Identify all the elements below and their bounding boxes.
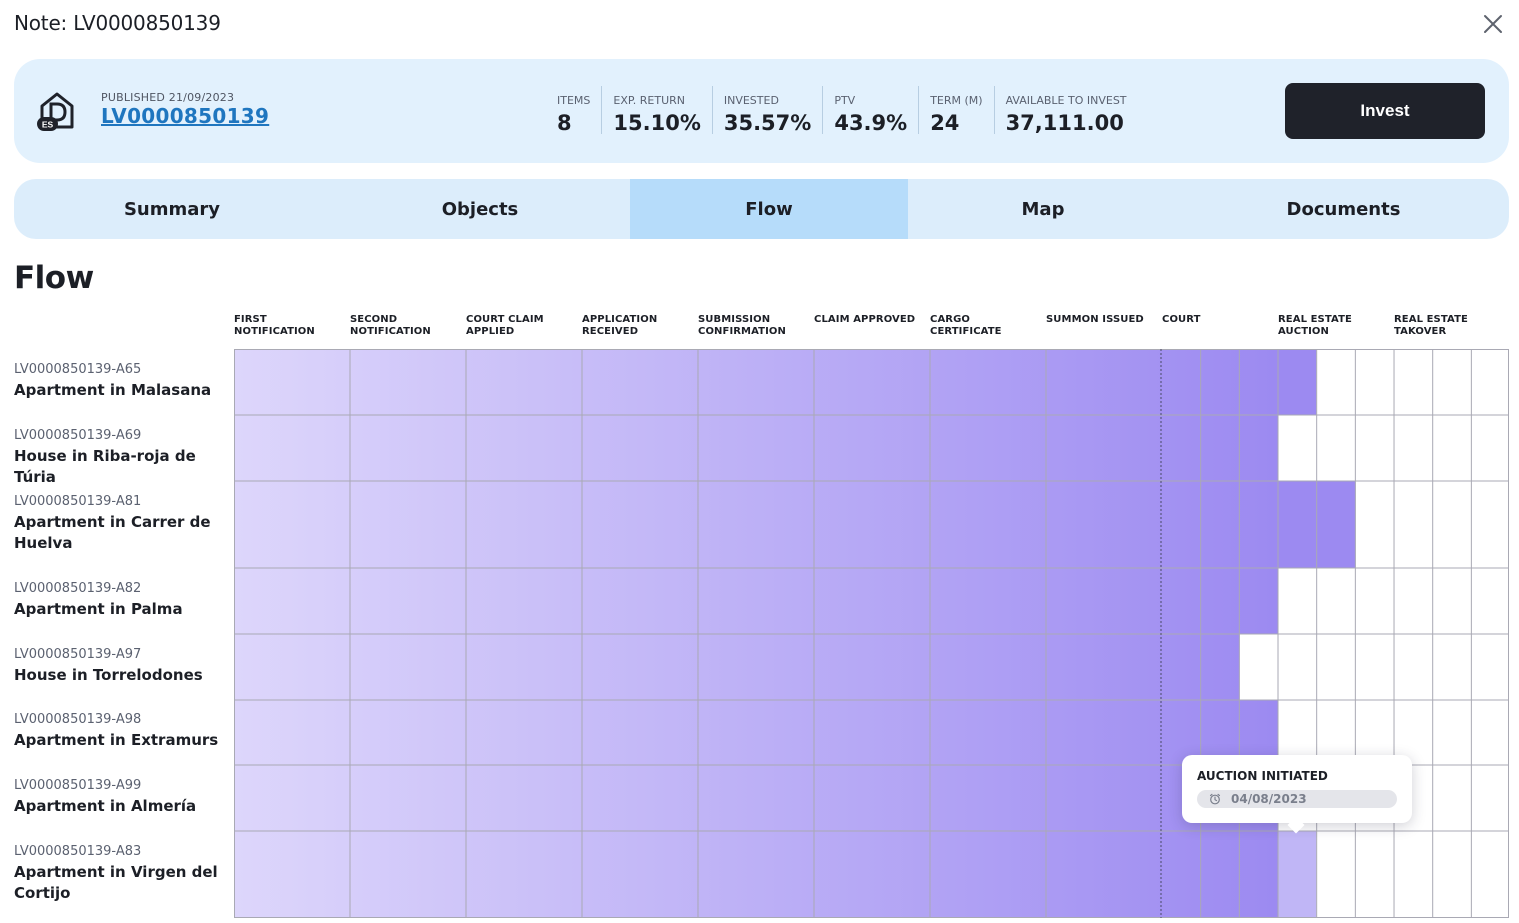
stat-label: INVESTED <box>723 94 779 107</box>
stat-5: AVAILABLE TO INVEST 37,111.00 <box>993 86 1138 135</box>
logo-badge: ES <box>42 120 54 130</box>
stage-header: COURT CLAIM APPLIED <box>466 314 544 337</box>
progress-bar <box>234 700 1279 765</box>
alarm-clock-icon <box>1209 793 1221 805</box>
flow-row-label: LV0000850139-A82 Apartment in Palma <box>14 581 234 620</box>
tab-objects[interactable]: Objects <box>330 179 630 239</box>
object-name: House in Torrelodones <box>14 665 203 684</box>
stage-header: CLAIM APPROVED <box>814 314 916 325</box>
stage-header: FIRST NOTIFICATION <box>234 314 315 337</box>
tab-documents[interactable]: Documents <box>1178 179 1509 239</box>
note-stats: ITEMS 8 EXP. RETURN 15.10% INVESTED 35.57% PTV… <box>546 86 1138 136</box>
stage-header: REAL ESTATE AUCTION <box>1278 314 1352 337</box>
close-button[interactable] <box>1480 11 1506 37</box>
flow-title: Flow <box>14 260 94 296</box>
progress-bar <box>234 765 1279 831</box>
stage-header: SECOND NOTIFICATION <box>350 314 431 337</box>
flow-row-label: LV0000850139-A97 House in Torrelodones <box>14 647 234 686</box>
object-code: LV0000850139-A81 <box>14 493 142 509</box>
tab-summary[interactable]: Summary <box>14 179 330 239</box>
progress-bar-active-segment[interactable] <box>1277 831 1317 918</box>
object-code: LV0000850139-A82 <box>14 580 142 596</box>
close-icon[interactable] <box>1480 11 1506 37</box>
flow-row-label: LV0000850139-A98 Apartment in Extramurs <box>14 712 234 751</box>
stat-value: 35.57% <box>723 111 812 135</box>
object-name: Apartment in Virgen del Cortijo <box>14 862 218 902</box>
modal-title: Note: LV0000850139 <box>14 11 221 35</box>
invest-button[interactable]: Invest <box>1285 83 1485 139</box>
tooltip-date: 04/08/2023 <box>1231 792 1307 806</box>
stat-value: 8 <box>557 111 572 135</box>
note-header-card: ES PUBLISHED 21/09/2023 LV0000850139 ITE… <box>14 59 1509 163</box>
flow-row-label: LV0000850139-A69 House in Riba-roja de Tú… <box>14 428 234 488</box>
stage-header: APPLICATION RECEIVED <box>582 314 658 337</box>
stat-label: EXP. RETURN <box>613 94 686 107</box>
flow-row-label: LV0000850139-A83 Apartment in Virgen del … <box>14 844 234 904</box>
object-code: LV0000850139-A98 <box>14 712 142 727</box>
flow-row-label: LV0000850139-A65 Apartment in Malasana <box>14 362 234 401</box>
stage-header: CARGO CERTIFICATE <box>930 314 1002 337</box>
stage-header: SUBMISSION CONFIRMATION <box>698 314 786 337</box>
stage-header: SUMMON ISSUED <box>1046 314 1144 325</box>
object-name: Apartment in Palma <box>14 599 183 618</box>
stat-label: PTV <box>834 94 856 107</box>
note-id-link[interactable]: LV0000850139 <box>101 104 269 128</box>
object-name: Apartment in Almería <box>14 796 197 815</box>
stage-tooltip: AUCTION INITIATED 04/08/2023 <box>1182 755 1412 834</box>
stat-label: ITEMS <box>557 94 591 107</box>
flow-row-label: LV0000850139-A81 Apartment in Carrer de H… <box>14 494 234 554</box>
stat-value: 24 <box>930 111 960 135</box>
progress-bar <box>234 831 1278 918</box>
object-name: House in Riba-roja de Túria <box>14 446 196 486</box>
progress-bar <box>234 415 1279 481</box>
flow-grid <box>234 349 1509 918</box>
house-logo-icon: ES <box>36 89 82 135</box>
stat-value: 37,111.00 <box>1005 111 1124 135</box>
stat-value: 15.10% <box>613 111 701 135</box>
tab-flow[interactable]: Flow <box>630 179 908 239</box>
stat-3: PTV 43.9% <box>822 86 918 135</box>
object-code: LV0000850139-A97 <box>14 646 142 662</box>
object-name: Apartment in Extramurs <box>14 731 219 749</box>
object-name: Apartment in Malasana <box>14 380 212 399</box>
progress-bar <box>234 349 1317 415</box>
flow-row-label: LV0000850139-A99 Apartment in Almería <box>14 778 234 817</box>
stat-label: TERM (M) <box>930 94 983 107</box>
stat-2: INVESTED 35.57% <box>711 86 822 135</box>
stat-1: EXP. RETURN 15.10% <box>601 86 711 135</box>
tooltip-title: AUCTION INITIATED <box>1197 769 1328 783</box>
stat-value: 43.9% <box>834 111 908 135</box>
note-tabs: Summary Objects Flow Map Documents <box>14 179 1509 239</box>
stat-0: ITEMS 8 <box>546 86 601 135</box>
published-date: PUBLISHED 21/09/2023 <box>101 91 235 104</box>
stage-header: REAL ESTATE TAKOVER <box>1394 314 1468 337</box>
object-code: LV0000850139-A65 <box>14 361 142 377</box>
object-name: Apartment in Carrer de Huelva <box>14 512 211 552</box>
object-code: LV0000850139-A83 <box>14 843 142 859</box>
tooltip-date-pill: 04/08/2023 <box>1197 790 1397 808</box>
stat-4: TERM (M) 24 <box>918 86 993 135</box>
tab-map[interactable]: Map <box>908 179 1178 239</box>
object-code: LV0000850139-A69 <box>14 427 142 443</box>
progress-bar <box>234 568 1279 634</box>
stage-header: COURT <box>1162 314 1201 325</box>
progress-bar <box>234 481 1356 568</box>
stat-label: AVAILABLE TO INVEST <box>1005 94 1127 107</box>
progress-bar <box>234 634 1240 700</box>
object-code: LV0000850139-A99 <box>14 777 142 793</box>
